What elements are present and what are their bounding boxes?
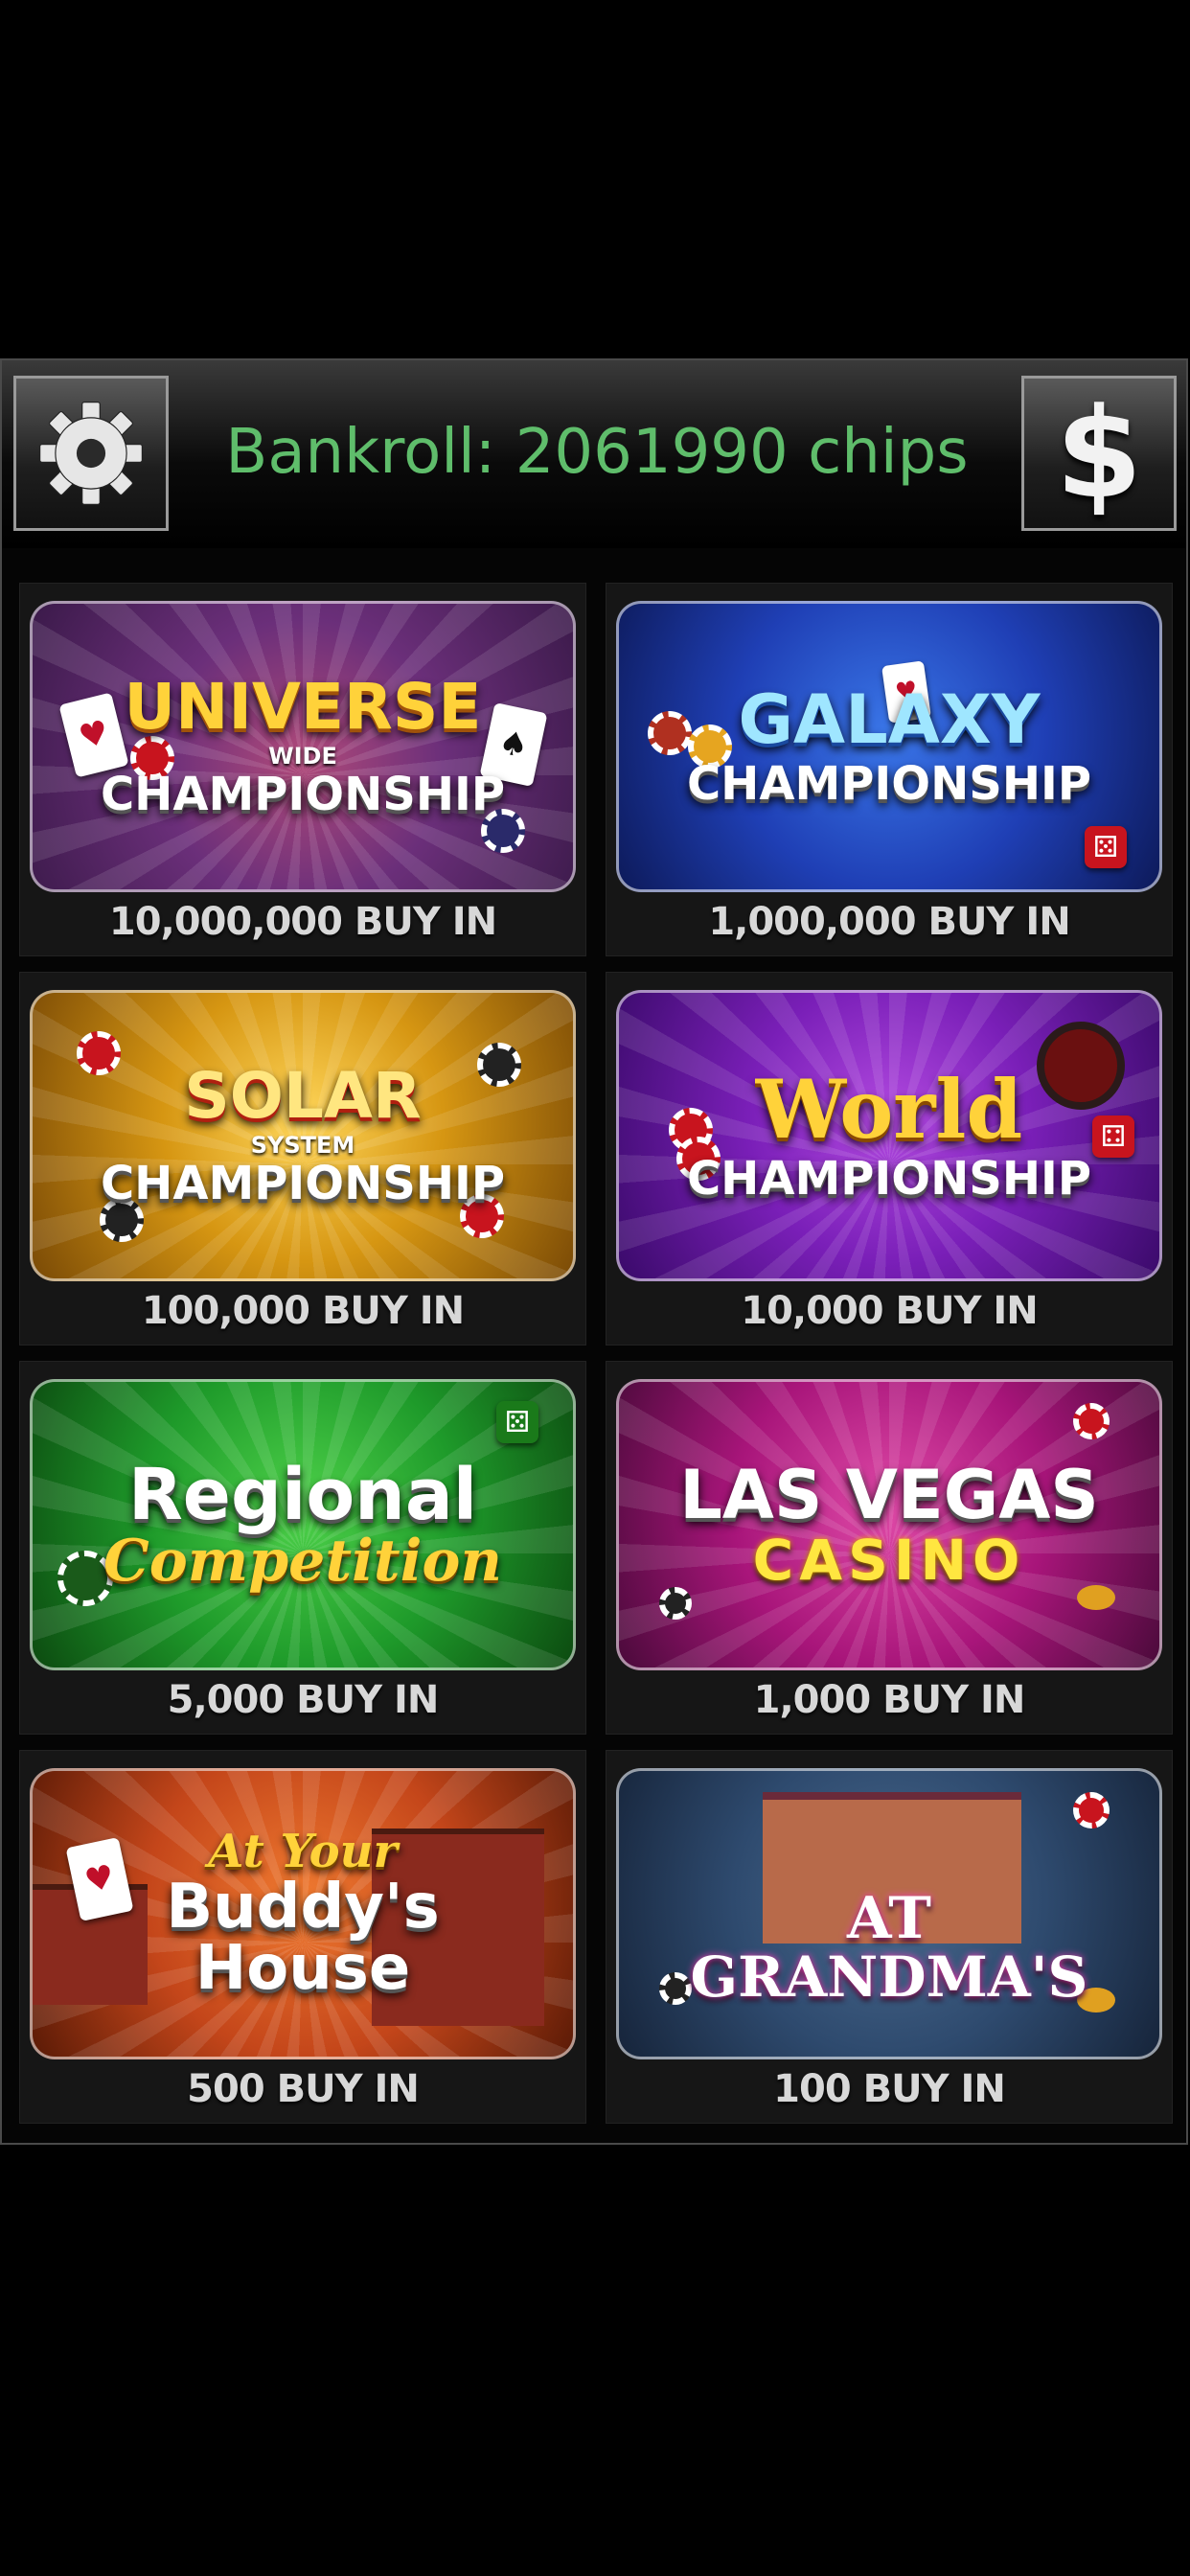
bankroll-label: Bankroll: 2061990 chips [225,417,969,488]
tournament-art-solar[interactable]: SOLAR SYSTEM CHAMPIONSHIP [30,990,576,1281]
dice-icon: ⚃ [1092,1116,1134,1158]
tournament-art-buddys-house[interactable]: ♥ At Your Buddy's House [30,1768,576,2059]
tournament-art-regional[interactable]: ⚄ Regional Competition [30,1379,576,1670]
chip-icon [659,1587,692,1620]
tournament-tile-grandmas[interactable]: AT GRANDMA'S 100 BUY IN [606,1750,1173,2124]
tournament-grid: ♥ ♠ UNIVERSE WIDE CHAMPIONSHIP 10,000,00… [19,583,1173,2124]
chip-icon [1073,1403,1110,1439]
tournament-subtitle: Competition [103,1528,503,1595]
lobby-panel: Bankroll: 2061990 chips $ ♥ ♠ UNIVERSE W… [0,358,1188,2145]
tournament-title: CHAMPIONSHIP [100,768,506,821]
dollar-icon: $ [1055,380,1143,526]
tournament-title: GALAXY [738,680,1041,759]
buy-in-label: 10,000 BUY IN [741,1289,1039,1333]
tournament-tile-buddys-house[interactable]: ♥ At Your Buddy's House 500 BUY IN [19,1750,586,2124]
tournament-art-universe[interactable]: ♥ ♠ UNIVERSE WIDE CHAMPIONSHIP [30,601,576,892]
tournament-title: House [195,1933,411,2004]
chip-icon [1073,1792,1110,1828]
tournament-title: CHAMPIONSHIP [100,1157,506,1210]
buy-in-label: 100,000 BUY IN [141,1289,465,1333]
tournament-title: AT [847,1885,931,1952]
tournament-title: World [755,1062,1023,1157]
roulette-icon [1037,1022,1125,1110]
chip-icon [77,1031,121,1075]
tournament-subtitle: SYSTEM [250,1132,355,1159]
tournament-tile-galaxy[interactable]: ♥ ⚄ GALAXY CHAMPIONSHIP 1,000,000 BUY IN [606,583,1173,956]
buy-in-label: 100 BUY IN [773,2067,1006,2111]
tournament-tile-world[interactable]: ⚃ World CHAMPIONSHIP 10,000 BUY IN [606,972,1173,1346]
tournament-tile-las-vegas[interactable]: LAS VEGAS CASINO 1,000 BUY IN [606,1361,1173,1735]
tournament-title: LAS VEGAS [679,1456,1099,1534]
dice-icon: ⚄ [496,1401,538,1443]
tournament-title: SOLAR [184,1059,422,1133]
coin-icon [1077,1585,1115,1610]
tournament-art-las-vegas[interactable]: LAS VEGAS CASINO [616,1379,1162,1670]
settings-button[interactable] [13,376,169,531]
tournament-title: CHAMPIONSHIP [686,757,1092,811]
chip-icon [477,1043,521,1087]
top-bar: Bankroll: 2061990 chips $ [2,360,1186,548]
tournament-art-grandmas[interactable]: AT GRANDMA'S [616,1768,1162,2059]
tournament-tile-universe[interactable]: ♥ ♠ UNIVERSE WIDE CHAMPIONSHIP 10,000,00… [19,583,586,956]
tournament-title: GRANDMA'S [690,1944,1088,2010]
buy-in-label: 5,000 BUY IN [167,1678,440,1722]
chip-icon [648,711,692,755]
tournament-art-world[interactable]: ⚃ World CHAMPIONSHIP [616,990,1162,1281]
buy-in-label: 1,000 BUY IN [753,1678,1026,1722]
chip-icon [659,1972,692,2005]
tournament-tile-solar[interactable]: SOLAR SYSTEM CHAMPIONSHIP 100,000 BUY IN [19,972,586,1346]
buy-in-label: 10,000,000 BUY IN [108,900,497,944]
tournament-title: Regional [127,1454,478,1536]
tournament-title: At Your [208,1825,398,1878]
dice-icon: ⚄ [1085,826,1127,868]
buy-in-label: 1,000,000 BUY IN [708,900,1070,944]
tournament-title: Buddy's [166,1872,440,1943]
buy-in-label: 500 BUY IN [187,2067,420,2111]
tournament-tile-regional[interactable]: ⚄ Regional Competition 5,000 BUY IN [19,1361,586,1735]
tournament-title: UNIVERSE [124,670,482,744]
tournament-title: CHAMPIONSHIP [686,1152,1092,1206]
buy-chips-button[interactable]: $ [1021,376,1177,531]
tournament-art-galaxy[interactable]: ♥ ⚄ GALAXY CHAMPIONSHIP [616,601,1162,892]
gear-icon [39,402,143,505]
tournament-subtitle: CASINO [752,1528,1026,1593]
tournament-subtitle: WIDE [268,743,337,770]
